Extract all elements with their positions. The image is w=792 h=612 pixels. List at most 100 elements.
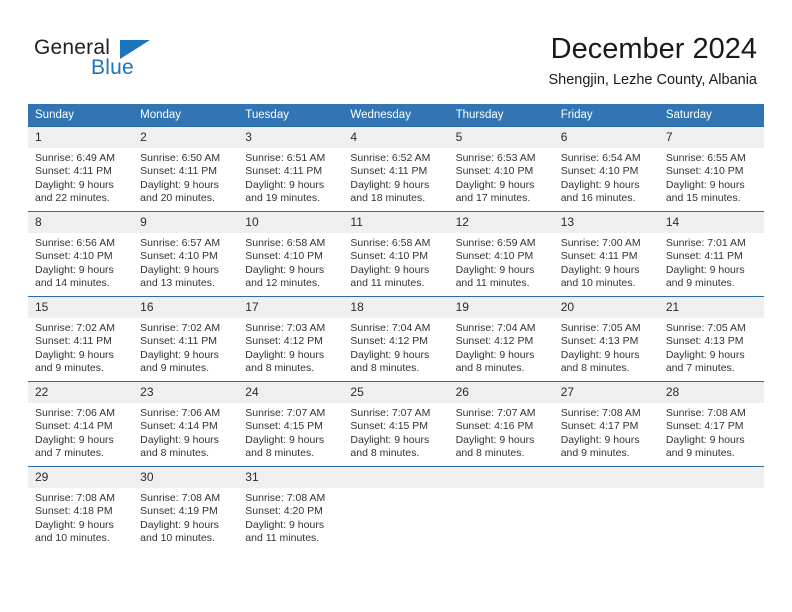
day-number: 20 [553,297,659,318]
calendar-day-cell[interactable]: 21 Sunrise: 7:05 AM Sunset: 4:13 PM Dayligh… [658,296,764,382]
calendar-day-cell[interactable]: 27 Sunrise: 7:08 AM Sunset: 4:17 PM Dayligh… [553,381,659,467]
sunrise-sunset-calendar-table: Sunday Monday Tuesday Wednesday Thursday Frid… [28,104,764,551]
day-details: Sunrise: 7:08 AM Sunset: 4:17 PM Daylight:… [554,403,659,461]
daylight-duration-line2: and 9 minutes. [665,447,735,460]
calendar-day-cell[interactable]: 19 Sunrise: 7:04 AM Sunset: 4:12 PM Dayligh… [448,296,554,382]
calendar-day-cell[interactable]: 6 Sunrise: 6:54 AM Sunset: 4:10 PM Daylight… [553,126,659,212]
day-cell-inner: 20 Sunrise: 7:05 AM Sunset: 4:13 PM Dayligh… [553,297,659,381]
day-cell-inner: 7 Sunrise: 6:55 AM Sunset: 4:10 PM Daylight… [658,127,764,211]
day-details: Sunrise: 6:55 AM Sunset: 4:10 PM Daylight:… [659,148,764,206]
daylight-duration-line1: Daylight: 9 hours [245,263,325,276]
calendar-day-cell[interactable]: 14 Sunrise: 7:01 AM Sunset: 4:11 PM Dayligh… [658,211,764,297]
day-details: Sunrise: 7:04 AM Sunset: 4:12 PM Daylight:… [449,318,554,376]
calendar-day-cell[interactable]: 9 Sunrise: 6:57 AM Sunset: 4:10 PM Daylight… [133,211,239,297]
sunset-time: Sunset: 4:10 PM [35,250,113,263]
calendar-day-cell[interactable]: 24 Sunrise: 7:07 AM Sunset: 4:15 PM Dayligh… [238,381,344,467]
sunset-time: Sunset: 4:19 PM [140,505,218,518]
daylight-duration-line2: and 8 minutes. [350,362,420,375]
page-subtitle: Shengjin, Lezhe County, Albania [548,72,757,88]
calendar-day-cell[interactable]: 12 Sunrise: 6:59 AM Sunset: 4:10 PM Dayligh… [448,211,554,297]
calendar-day-cell[interactable]: 13 Sunrise: 7:00 AM Sunset: 4:11 PM Dayligh… [553,211,659,297]
day-details: Sunrise: 7:01 AM Sunset: 4:11 PM Daylight:… [659,233,764,291]
calendar-day-cell[interactable]: 29 Sunrise: 7:08 AM Sunset: 4:18 PM Dayligh… [28,466,134,551]
calendar-day-cell[interactable]: 25 Sunrise: 7:07 AM Sunset: 4:15 PM Dayligh… [343,381,449,467]
day-number: 22 [28,382,134,403]
day-details: Sunrise: 7:08 AM Sunset: 4:18 PM Daylight:… [28,488,133,546]
calendar-day-cell[interactable]: 3 Sunrise: 6:51 AM Sunset: 4:11 PM Daylight… [238,126,344,212]
day-number: 13 [553,212,659,233]
daylight-duration-line1: Daylight: 9 hours [350,178,430,191]
daylight-duration-line2: and 9 minutes. [35,362,104,375]
sunrise-time: Sunrise: 6:57 AM [140,237,221,249]
sunrise-time: Sunrise: 7:08 AM [245,492,326,504]
day-number: 14 [658,212,764,233]
day-cell-inner [448,467,554,551]
calendar-day-cell[interactable]: 1 Sunrise: 6:49 AM Sunset: 4:11 PM Daylight… [28,126,134,212]
daylight-duration-line1: Daylight: 9 hours [665,433,745,446]
sunrise-time: Sunrise: 7:07 AM [455,407,536,419]
day-cell-inner: 4 Sunrise: 6:52 AM Sunset: 4:11 PM Daylight… [343,127,449,211]
sunrise-time: Sunrise: 6:54 AM [560,152,641,164]
daylight-duration-line2: and 11 minutes. [350,277,425,290]
day-cell-inner: 17 Sunrise: 7:03 AM Sunset: 4:12 PM Dayligh… [238,297,344,381]
day-details: Sunrise: 7:07 AM Sunset: 4:15 PM Daylight:… [238,403,343,461]
calendar-day-cell[interactable]: 7 Sunrise: 6:55 AM Sunset: 4:10 PM Daylight… [658,126,764,212]
weekday-header-row-group: Sunday Monday Tuesday Wednesday Thursday Frid… [28,104,764,127]
sunset-time: Sunset: 4:16 PM [455,420,534,433]
calendar-day-cell[interactable]: 23 Sunrise: 7:06 AM Sunset: 4:14 PM Dayligh… [133,381,239,467]
calendar-day-cell[interactable]: 10 Sunrise: 6:58 AM Sunset: 4:10 PM Dayligh… [238,211,344,297]
daylight-duration-line1: Daylight: 9 hours [560,178,640,191]
daylight-duration-line1: Daylight: 9 hours [350,433,430,446]
day-number: 2 [133,127,239,148]
sunset-time: Sunset: 4:11 PM [245,165,323,178]
sunrise-time: Sunrise: 7:04 AM [455,322,536,334]
daylight-duration-line1: Daylight: 9 hours [245,433,325,446]
weekday-header-row: Sunday Monday Tuesday Wednesday Thursday Frid… [28,104,764,127]
calendar-day-cell[interactable]: 17 Sunrise: 7:03 AM Sunset: 4:12 PM Dayligh… [238,296,344,382]
calendar-day-cell[interactable]: 15 Sunrise: 7:02 AM Sunset: 4:11 PM Dayligh… [28,296,134,382]
calendar-day-cell[interactable]: 5 Sunrise: 6:53 AM Sunset: 4:10 PM Daylight… [448,126,554,212]
calendar-day-cell[interactable]: 4 Sunrise: 6:52 AM Sunset: 4:11 PM Daylight… [343,126,449,212]
daylight-duration-line2: and 8 minutes. [245,447,315,460]
sunset-time: Sunset: 4:11 PM [560,250,638,263]
day-details: Sunrise: 6:51 AM Sunset: 4:11 PM Daylight:… [238,148,343,206]
calendar-page: General Blue December 2024 Shengjin, Lez… [0,0,792,612]
day-details: Sunrise: 7:07 AM Sunset: 4:15 PM Daylight:… [343,403,448,461]
calendar-day-cell[interactable]: 31 Sunrise: 7:08 AM Sunset: 4:20 PM Dayligh… [238,466,344,551]
calendar-day-cell[interactable]: 22 Sunrise: 7:06 AM Sunset: 4:14 PM Dayligh… [28,381,134,467]
daylight-duration-line2: and 18 minutes. [350,192,426,205]
daylight-duration-line2: and 8 minutes. [245,362,315,375]
day-number: 23 [133,382,239,403]
daylight-duration-line2: and 11 minutes. [455,277,530,290]
sunset-time: Sunset: 4:12 PM [245,335,323,348]
day-number: 16 [133,297,239,318]
daylight-duration-line1: Daylight: 9 hours [350,348,430,361]
daylight-duration-line1: Daylight: 9 hours [455,348,535,361]
calendar-day-cell[interactable]: 16 Sunrise: 7:02 AM Sunset: 4:11 PM Dayligh… [133,296,239,382]
calendar-day-cell[interactable]: 11 Sunrise: 6:58 AM Sunset: 4:10 PM Dayligh… [343,211,449,297]
calendar-day-cell[interactable]: 26 Sunrise: 7:07 AM Sunset: 4:16 PM Dayligh… [448,381,554,467]
daylight-duration-line2: and 8 minutes. [140,447,210,460]
daylight-duration-line2: and 20 minutes. [140,192,215,205]
daylight-duration-line1: Daylight: 9 hours [455,178,535,191]
day-number: 25 [343,382,449,403]
day-number: 12 [448,212,554,233]
calendar-day-cell[interactable]: 2 Sunrise: 6:50 AM Sunset: 4:11 PM Daylight… [133,126,239,212]
day-number: 26 [448,382,554,403]
calendar-day-cell[interactable]: 30 Sunrise: 7:08 AM Sunset: 4:19 PM Dayligh… [133,466,239,551]
generalblue-logo: General Blue [34,36,234,88]
day-number: 6 [553,127,659,148]
calendar-day-cell[interactable]: 20 Sunrise: 7:05 AM Sunset: 4:13 PM Dayligh… [553,296,659,382]
day-number: 7 [658,127,764,148]
calendar-day-cell[interactable]: 8 Sunrise: 6:56 AM Sunset: 4:10 PM Daylight… [28,211,134,297]
sunrise-time: Sunrise: 7:08 AM [35,492,115,504]
day-details: Sunrise: 6:52 AM Sunset: 4:11 PM Daylight:… [343,148,448,206]
daylight-duration-line2: and 8 minutes. [560,362,630,375]
day-cell-inner: 6 Sunrise: 6:54 AM Sunset: 4:10 PM Daylight… [553,127,659,211]
calendar-day-cell-empty [448,466,554,551]
sunset-time: Sunset: 4:11 PM [140,165,217,178]
calendar-day-cell[interactable]: 18 Sunrise: 7:04 AM Sunset: 4:12 PM Dayligh… [343,296,449,382]
sunrise-time: Sunrise: 7:07 AM [350,407,431,419]
calendar-day-cell[interactable]: 28 Sunrise: 7:08 AM Sunset: 4:17 PM Dayligh… [658,381,764,467]
daylight-duration-line1: Daylight: 9 hours [35,518,114,531]
